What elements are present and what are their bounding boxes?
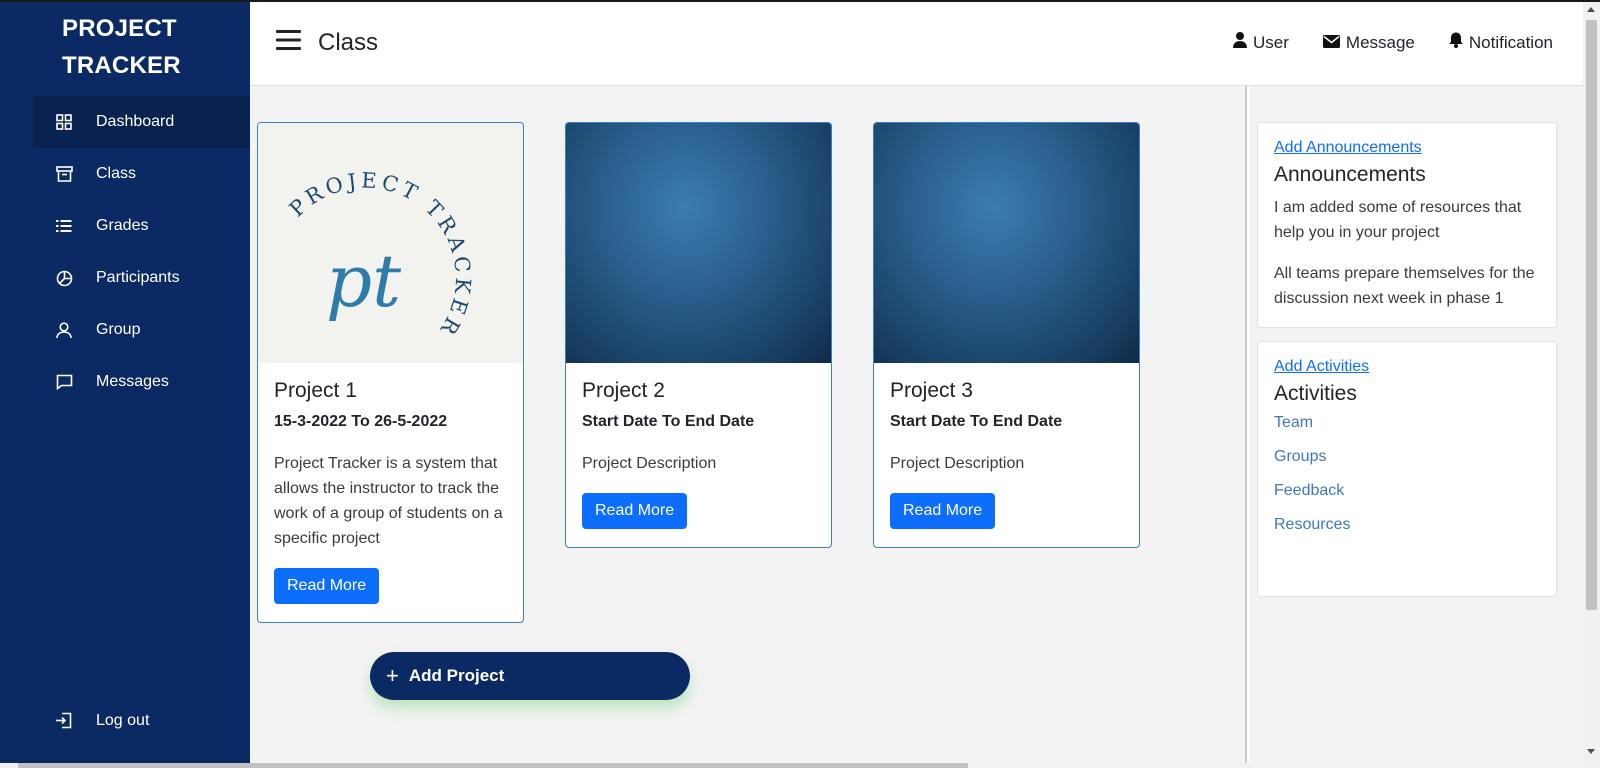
top-navbar: Class User Message Notification — [250, 2, 1583, 86]
notification-label: Notification — [1468, 32, 1553, 52]
logout-label: Log out — [96, 712, 150, 729]
user-icon — [55, 321, 73, 339]
sidebar-item-participants[interactable]: Participants — [33, 252, 250, 304]
project-description: Project Tracker is a system that allows … — [274, 455, 503, 547]
page-title: Class — [318, 29, 379, 56]
chat-icon — [55, 373, 73, 391]
activities-title: Activities — [1274, 382, 1357, 405]
scroll-down-arrow-icon[interactable] — [1587, 749, 1595, 754]
project-title: Project 1 — [274, 379, 357, 402]
scrollbar-thumb[interactable] — [1586, 20, 1597, 610]
announcement-item: I am added some of resources that help y… — [1274, 199, 1522, 241]
project-card-2: Project 2 Start Date To End Date Project… — [565, 122, 832, 548]
sidebar-item-dashboard[interactable]: Dashboard — [33, 96, 250, 148]
project-description: Project Description — [582, 455, 717, 472]
sidebar-item-label: Dashboard — [96, 113, 175, 130]
brand-line-2: TRACKER — [62, 52, 181, 79]
brand-line-1: PROJECT — [62, 15, 177, 42]
user-label: User — [1253, 32, 1289, 52]
project-tracker-logo: PROJECT TRACKER pt — [285, 168, 471, 342]
announcement-item: All teams prepare themselves for the dis… — [1274, 265, 1535, 307]
plus-icon: + — [386, 663, 399, 688]
activities-panel: Add Activities Activities Team Groups Fe… — [1257, 341, 1557, 597]
activity-link-feedback[interactable]: Feedback — [1274, 482, 1540, 500]
sidebar-item-label: Messages — [96, 373, 169, 390]
right-panel: Add Announcements Announcements I am add… — [1249, 86, 1583, 766]
logout-button[interactable]: Log out — [55, 712, 149, 730]
activity-link-groups[interactable]: Groups — [1274, 448, 1540, 466]
project-cover-image — [566, 123, 831, 363]
project-dates: Start Date To End Date — [582, 413, 755, 430]
sidebar-item-grades[interactable]: Grades — [33, 200, 250, 252]
sidebar-item-label: Class — [96, 165, 137, 182]
add-announcements-link[interactable]: Add Announcements — [1274, 139, 1422, 156]
logout-icon — [55, 712, 73, 730]
project-logo-image: PROJECT TRACKER pt — [258, 123, 523, 363]
pie-chart-icon — [55, 269, 73, 287]
logo-monogram: pt — [326, 239, 402, 323]
message-link[interactable]: Message — [1322, 32, 1415, 53]
top-links: User Message Notification — [1233, 32, 1553, 53]
project-dates: Start Date To End Date — [890, 413, 1063, 430]
add-project-label: Add Project — [408, 666, 505, 685]
bell-icon — [1448, 32, 1463, 53]
sidebar-nav: Dashboard Class Grades Participants Grou… — [33, 96, 250, 408]
archive-icon — [55, 165, 73, 183]
main-content: PROJECT TRACKER pt Project 1 15-3-2022 T… — [250, 86, 1247, 766]
announcements-title: Announcements — [1274, 163, 1426, 186]
activity-link-resources[interactable]: Resources — [1274, 516, 1540, 534]
sidebar: PROJECT TRACKER Dashboard Class Grades P… — [0, 2, 250, 768]
sidebar-item-messages[interactable]: Messages — [33, 356, 250, 408]
project-card-1: PROJECT TRACKER pt Project 1 15-3-2022 T… — [257, 122, 524, 623]
sidebar-item-label: Group — [96, 321, 141, 338]
announcements-panel: Add Announcements Announcements I am add… — [1257, 122, 1557, 328]
sidebar-item-class[interactable]: Class — [33, 148, 250, 200]
grid-icon — [55, 113, 73, 131]
user-icon — [1233, 32, 1247, 53]
sidebar-item-label: Grades — [96, 217, 149, 234]
envelope-icon — [1322, 33, 1340, 53]
add-activities-link[interactable]: Add Activities — [1274, 358, 1369, 375]
sidebar-item-group[interactable]: Group — [33, 304, 250, 356]
scrollbar-thumb[interactable] — [18, 763, 968, 768]
scroll-up-arrow-icon[interactable] — [1587, 7, 1595, 12]
read-more-button[interactable]: Read More — [274, 568, 380, 604]
vertical-scrollbar[interactable] — [1583, 2, 1600, 768]
project-description: Project Description — [890, 455, 1025, 472]
horizontal-scrollbar[interactable] — [0, 763, 1583, 768]
activity-link-team[interactable]: Team — [1274, 414, 1540, 432]
add-project-button[interactable]: + Add Project — [370, 652, 690, 700]
project-title: Project 2 — [582, 379, 665, 402]
brand-logo[interactable]: PROJECT TRACKER — [62, 10, 181, 84]
notification-link[interactable]: Notification — [1448, 32, 1553, 53]
menu-toggle-icon[interactable] — [276, 30, 302, 50]
project-card-3: Project 3 Start Date To End Date Project… — [873, 122, 1140, 548]
read-more-button[interactable]: Read More — [582, 493, 688, 529]
sidebar-item-label: Participants — [96, 269, 180, 286]
message-label: Message — [1345, 32, 1415, 52]
read-more-button[interactable]: Read More — [890, 493, 996, 529]
project-cover-image — [874, 123, 1139, 363]
user-link[interactable]: User — [1233, 32, 1289, 53]
list-icon — [55, 217, 73, 235]
project-dates: 15-3-2022 To 26-5-2022 — [274, 413, 448, 430]
project-title: Project 3 — [890, 379, 973, 402]
